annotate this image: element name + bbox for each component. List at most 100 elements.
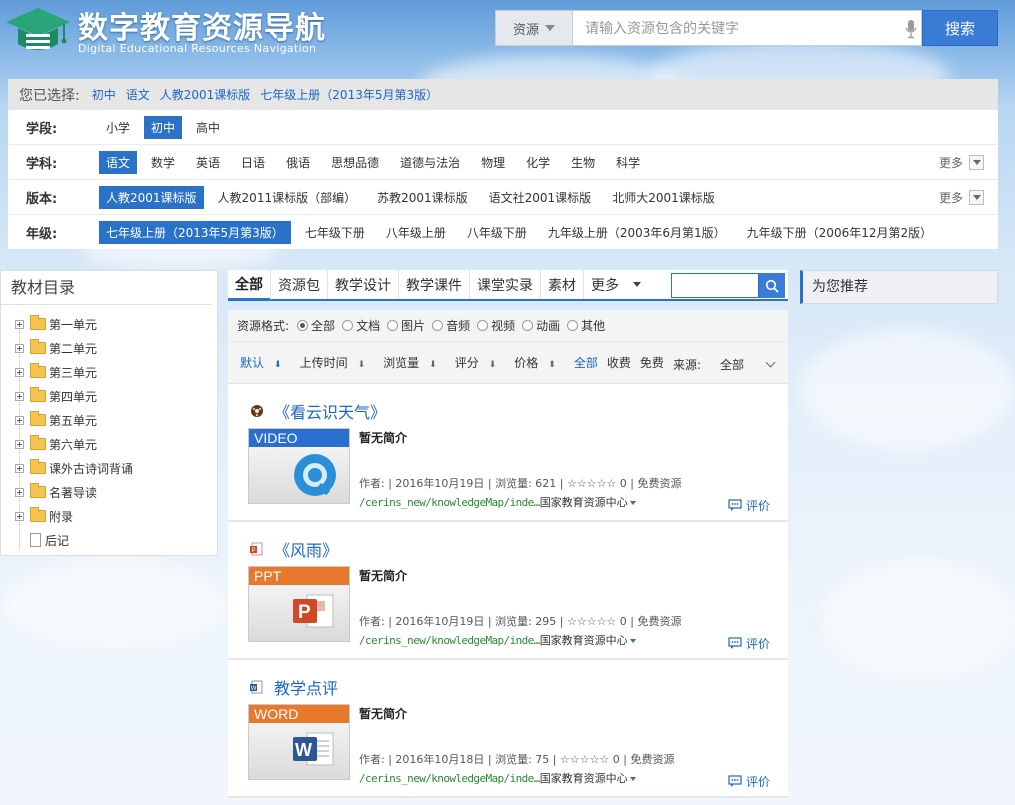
resource-thumbnail[interactable]: PPT P (248, 566, 350, 642)
filter-option-subject[interactable]: 俄语 (279, 151, 317, 174)
filter-option-stage[interactable]: 小学 (99, 116, 137, 139)
filter-option-subject[interactable]: 道德与法治 (393, 151, 467, 174)
filter-option-subject[interactable]: 生物 (564, 151, 602, 174)
site-title[interactable]: 数字教育资源导航 (78, 3, 326, 47)
sort-views[interactable]: 浏览量 ⬇ (383, 354, 446, 371)
filter-option-edition-selected[interactable]: 人教2001课标版 (99, 185, 204, 209)
resource-url[interactable]: /cerins_new/knowledgeMap/inde…国家教育资源中心 (359, 632, 636, 648)
tree-node[interactable]: 第二单元 (1, 336, 217, 360)
tab-courseware[interactable]: 教学课件 (399, 270, 470, 299)
filter-option-subject[interactable]: 物理 (474, 151, 512, 174)
tab-more[interactable]: 更多 (584, 270, 653, 299)
expand-icon[interactable] (15, 487, 24, 497)
price-paid[interactable]: 收费 (607, 354, 631, 371)
rate-button[interactable]: 评价 (728, 773, 770, 790)
tab-all[interactable]: 全部 (228, 270, 271, 301)
graduation-cap-icon[interactable] (4, 4, 72, 58)
search-type-select[interactable]: 资源 (495, 10, 573, 46)
crumb-subject[interactable]: 语文 (126, 86, 150, 103)
filter-option-grade[interactable]: 九年级上册（2003年6月第1版） (541, 221, 733, 244)
filter-option-subject[interactable]: 思想品德 (324, 151, 386, 174)
filter-option-subject[interactable]: 科学 (609, 151, 647, 174)
sort-score-label: 评分 (454, 356, 479, 370)
tree-node[interactable]: 名著导读 (1, 480, 217, 504)
filter-panel: 您已选择: 初中 语文 人教2001课标版 七年级上册（2013年5月第3版） … (8, 79, 998, 249)
resource-thumbnail[interactable]: WORD W (248, 704, 350, 780)
filter-option-grade[interactable]: 七年级下册 (298, 221, 372, 244)
source-select[interactable]: 来源: 全部 (673, 356, 783, 373)
expand-icon[interactable] (15, 415, 24, 425)
expand-icon[interactable] (15, 439, 24, 449)
expand-icon[interactable] (15, 367, 24, 377)
list-search-input[interactable] (671, 273, 759, 298)
resource-url[interactable]: /cerins_new/knowledgeMap/inde…国家教育资源中心 (359, 494, 636, 510)
rate-button[interactable]: 评价 (728, 497, 770, 514)
sort-default[interactable]: 默认 ⬇ (240, 354, 291, 371)
tree-node[interactable]: 课外古诗词背诵 (1, 456, 217, 480)
resource-url[interactable]: /cerins_new/knowledgeMap/inde…国家教育资源中心 (359, 770, 636, 786)
folder-icon (30, 315, 46, 330)
price-all[interactable]: 全部 (574, 354, 598, 371)
format-radio-audio[interactable]: 音频 (432, 317, 470, 334)
format-radio-doc[interactable]: 文档 (342, 317, 380, 334)
filter-option-edition[interactable]: 人教2011课标版（部编） (211, 186, 364, 209)
microphone-icon[interactable] (905, 19, 917, 39)
format-radio-video[interactable]: 视频 (477, 317, 515, 334)
expand-icon[interactable] (15, 343, 24, 353)
tree-node[interactable]: 附录 (1, 504, 217, 528)
filter-option-stage-selected[interactable]: 初中 (144, 115, 183, 139)
resource-title[interactable]: 教学点评 (274, 675, 338, 699)
sort-score[interactable]: 评分 ⬇ (455, 354, 506, 371)
filter-option-subject[interactable]: 日语 (234, 151, 272, 174)
subject-more-toggle[interactable]: 更多 (939, 154, 984, 171)
filter-option-subject[interactable]: 英语 (189, 151, 227, 174)
price-free[interactable]: 免费 (640, 354, 664, 371)
resource-title[interactable]: 《风雨》 (274, 537, 338, 561)
tree-node[interactable]: 第五单元 (1, 408, 217, 432)
site-subtitle: Digital Educational Resources Navigation (78, 42, 317, 55)
expand-icon[interactable] (15, 511, 24, 521)
rate-button[interactable]: 评价 (728, 635, 770, 652)
format-radio-animation[interactable]: 动画 (522, 317, 560, 334)
list-search-button[interactable] (759, 273, 785, 298)
sort-upload-time[interactable]: 上传时间 ⬇ (300, 354, 375, 371)
search-input[interactable]: 请输入资源包含的关键字 (573, 10, 922, 46)
filter-option-grade[interactable]: 九年级下册（2006年12月第2版） (740, 221, 939, 244)
tab-class-record[interactable]: 课堂实录 (470, 270, 541, 299)
format-radio-other[interactable]: 其他 (567, 317, 605, 334)
filter-option-grade[interactable]: 八年级下册 (460, 221, 534, 244)
crumb-stage[interactable]: 初中 (92, 86, 116, 103)
tree-node[interactable]: 第一单元 (1, 312, 217, 336)
filter-option-stage[interactable]: 高中 (189, 116, 227, 139)
expand-icon[interactable] (15, 463, 24, 473)
filter-option-edition[interactable]: 苏教2001课标版 (370, 186, 475, 209)
search-button[interactable]: 搜索 (922, 10, 998, 46)
resource-thumbnail[interactable]: VIDEO (248, 428, 350, 504)
filter-option-grade[interactable]: 八年级上册 (379, 221, 453, 244)
tree-node[interactable]: 第四单元 (1, 384, 217, 408)
tab-lesson-design[interactable]: 教学设计 (328, 270, 399, 299)
filter-option-edition[interactable]: 北师大2001课标版 (605, 186, 722, 209)
filter-option-grade-selected[interactable]: 七年级上册（2013年5月第3版） (99, 221, 291, 244)
filter-option-subject[interactable]: 数学 (144, 151, 182, 174)
crumb-grade[interactable]: 七年级上册（2013年5月第3版） (260, 86, 438, 103)
expand-icon[interactable] (15, 391, 24, 401)
filter-option-subject-selected[interactable]: 语文 (99, 150, 138, 174)
tree-node[interactable]: 后记 (1, 528, 217, 552)
tab-resource-pack[interactable]: 资源包 (271, 270, 328, 299)
crumb-edition[interactable]: 人教2001课标版 (160, 86, 251, 103)
tree-node[interactable]: 第三单元 (1, 360, 217, 384)
svg-text:W: W (295, 740, 312, 760)
format-radio-image[interactable]: 图片 (387, 317, 425, 334)
sort-price[interactable]: 价格 ⬍ (514, 354, 565, 371)
thumb-label: WORD (249, 705, 349, 723)
filter-option-edition[interactable]: 语文社2001课标版 (482, 186, 599, 209)
resource-title[interactable]: 《看云识天气》 (274, 399, 386, 423)
expand-icon[interactable] (15, 319, 24, 329)
tree-node[interactable]: 第六单元 (1, 432, 217, 456)
format-radio-all[interactable]: 全部 (297, 317, 335, 334)
filter-option-subject[interactable]: 化学 (519, 151, 557, 174)
quicktime-icon (294, 454, 336, 496)
edition-more-toggle[interactable]: 更多 (939, 189, 984, 206)
tab-material[interactable]: 素材 (541, 270, 584, 299)
